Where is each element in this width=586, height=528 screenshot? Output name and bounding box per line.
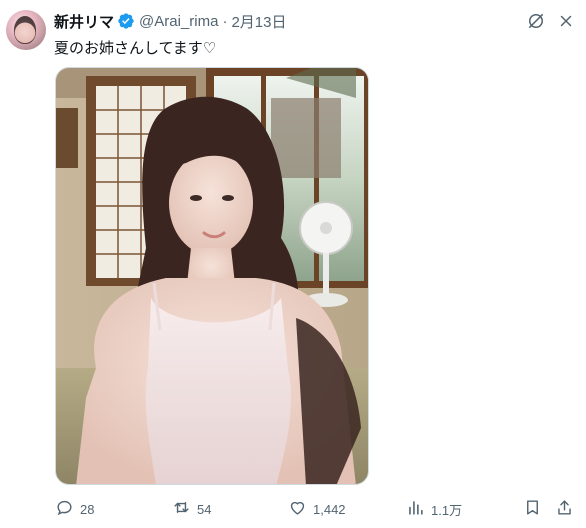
- tweet-photo[interactable]: [55, 67, 369, 485]
- tweet-date[interactable]: 2月13日: [231, 11, 286, 32]
- repost-count: 54: [197, 501, 212, 517]
- grok-icon[interactable]: [525, 10, 547, 32]
- views-button[interactable]: 1.1万: [406, 498, 462, 520]
- like-icon: [288, 498, 307, 520]
- tweet-actions: 28 54 1,442 1.1万: [0, 498, 586, 520]
- reply-button[interactable]: 28: [55, 498, 94, 520]
- repost-icon: [172, 498, 191, 520]
- author-handle[interactable]: @Arai_rima: [139, 13, 218, 30]
- more-icon[interactable]: [555, 10, 577, 32]
- like-button[interactable]: 1,442: [288, 498, 346, 520]
- share-icon: [555, 498, 574, 520]
- author-name[interactable]: 新井リマ: [54, 11, 114, 32]
- like-count: 1,442: [313, 501, 346, 517]
- reply-count: 28: [80, 501, 95, 517]
- bookmark-icon: [523, 498, 542, 520]
- bookmark-button[interactable]: [523, 498, 542, 520]
- tweet-header: 新井リマ @Arai_rima · 2月13日: [54, 11, 286, 31]
- separator-dot: ·: [222, 12, 228, 30]
- author-avatar[interactable]: [6, 10, 46, 50]
- tweet-text: 夏のお姉さんしてます♡: [54, 40, 217, 57]
- reply-icon: [55, 498, 74, 520]
- views-icon: [406, 498, 425, 520]
- verified-badge-icon[interactable]: [117, 12, 135, 30]
- share-button[interactable]: [555, 498, 574, 520]
- views-count: 1.1万: [431, 502, 463, 518]
- repost-button[interactable]: 54: [172, 498, 211, 520]
